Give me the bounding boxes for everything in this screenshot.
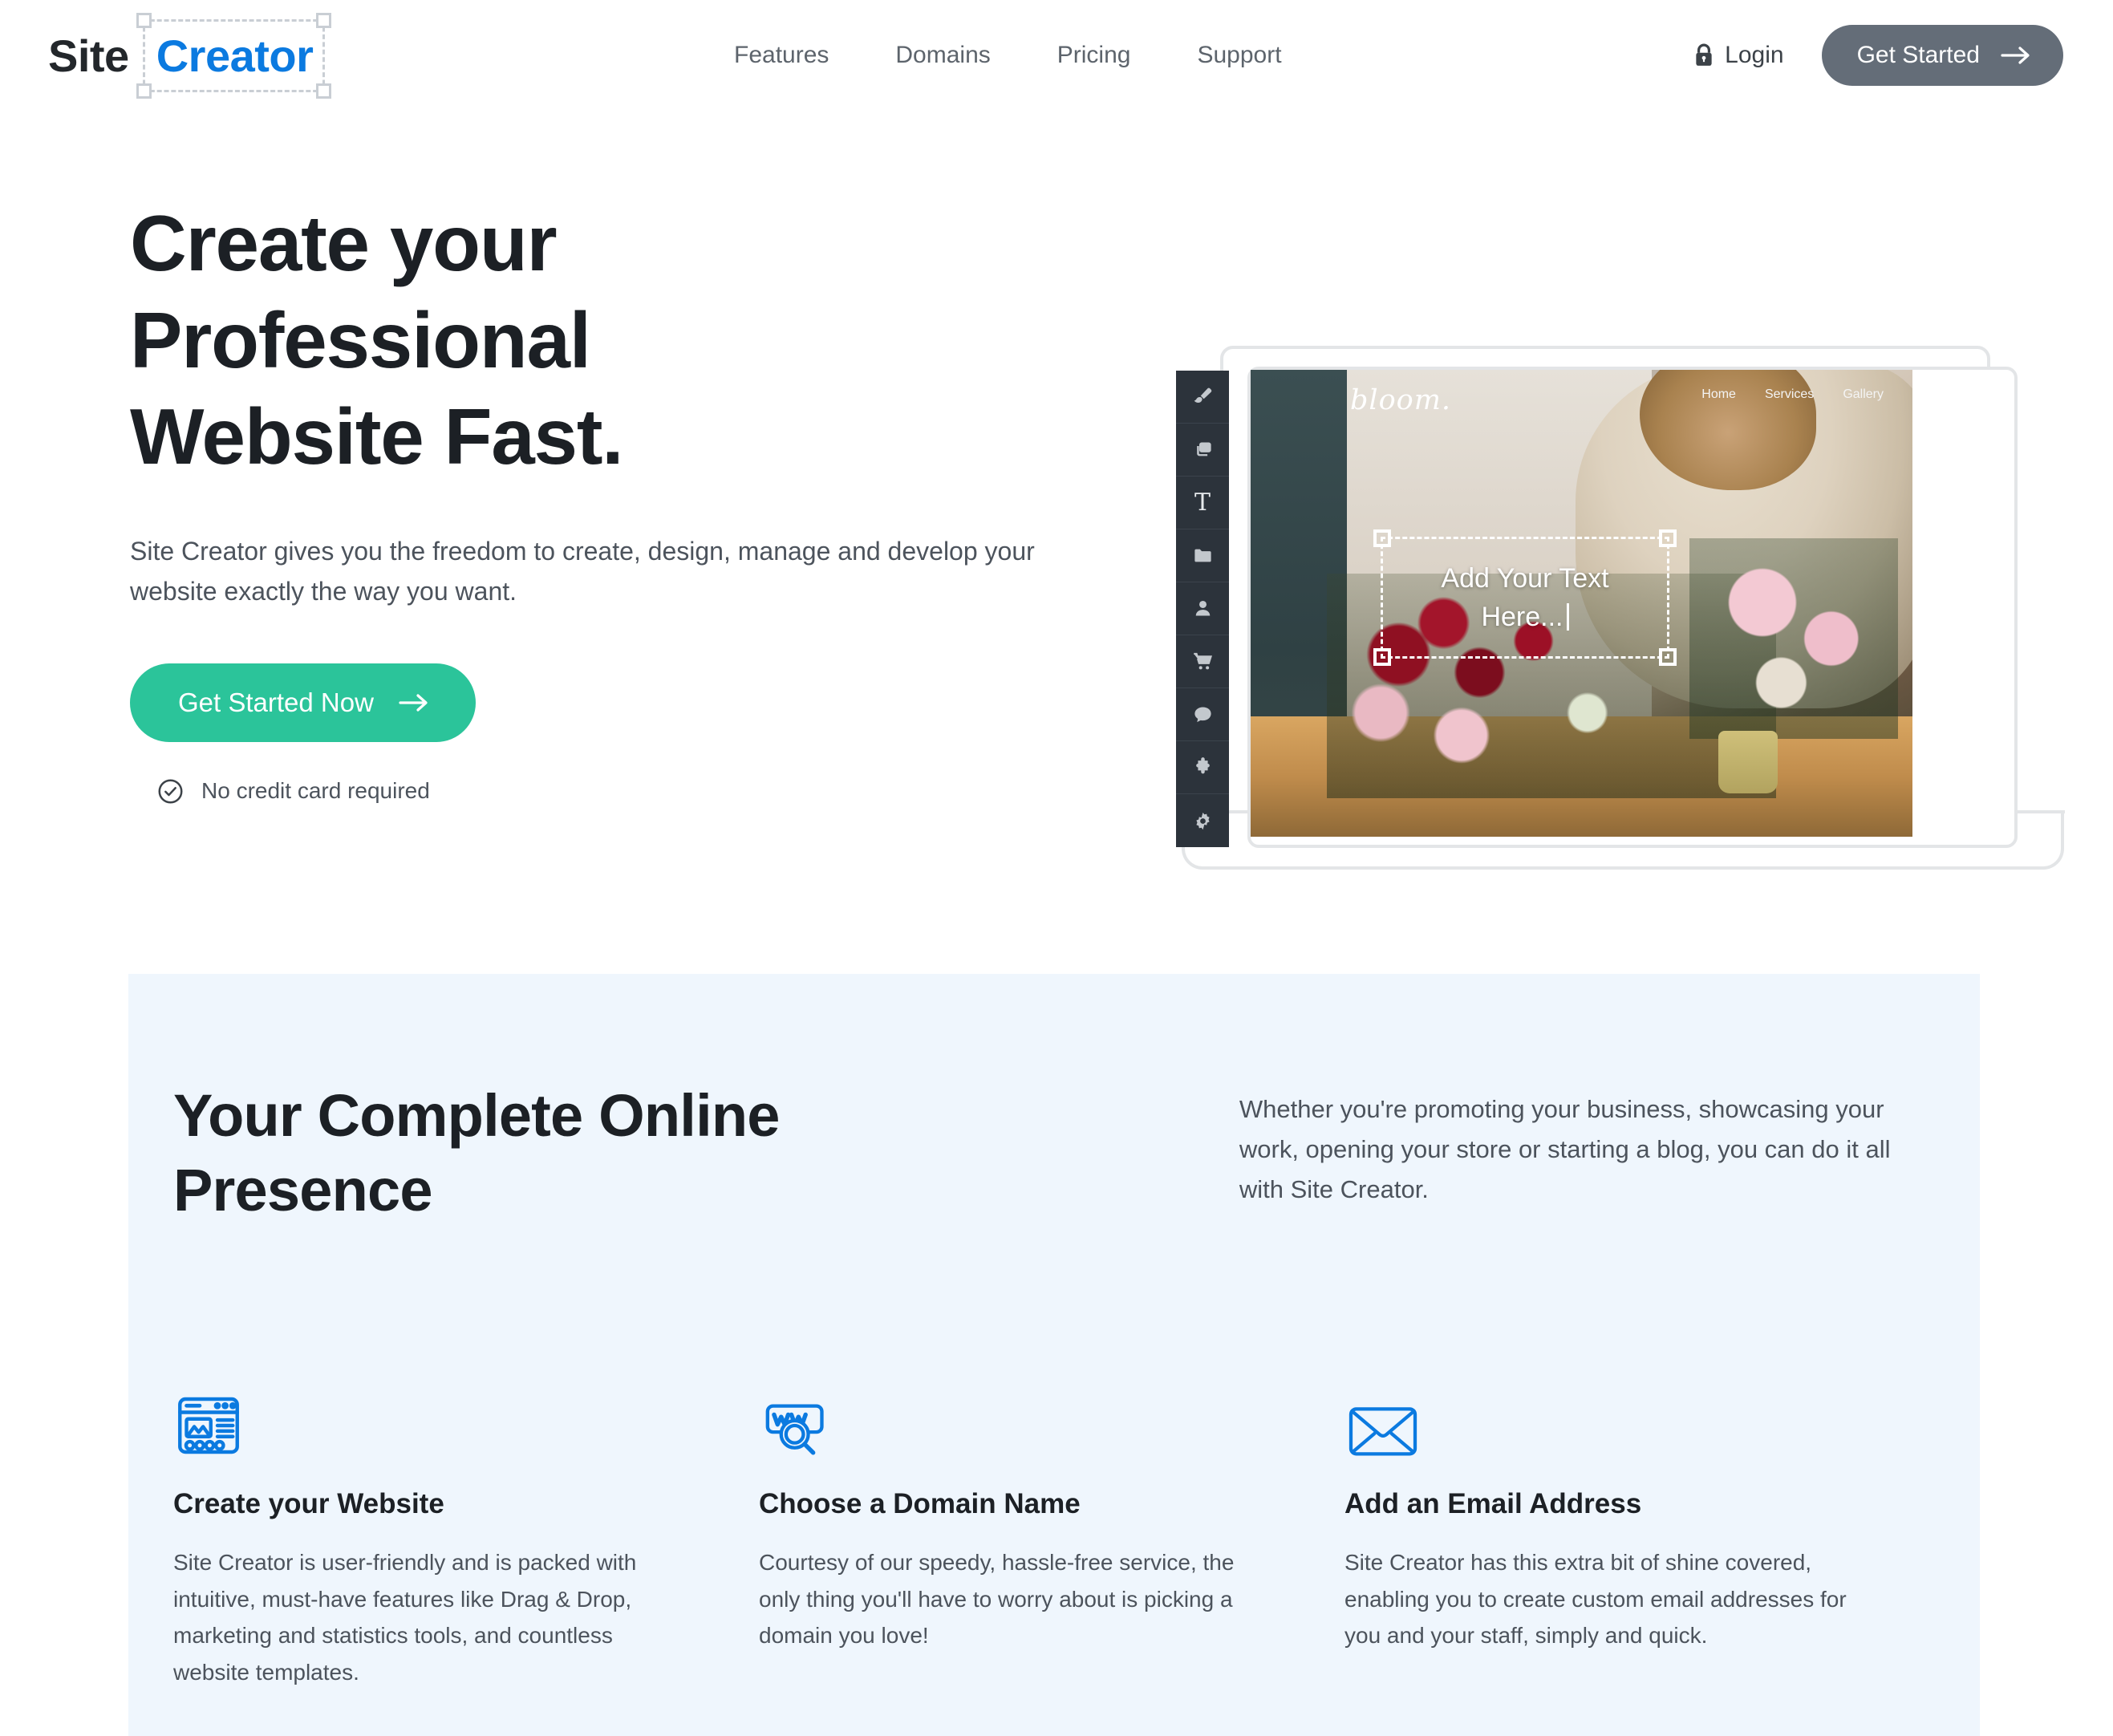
laptop-mockup: bloom. Home Services Gallery Add Your Te… (1176, 298, 2065, 931)
nav-item-pricing[interactable]: Pricing (1057, 42, 1131, 69)
tool-person[interactable] (1176, 582, 1229, 635)
page-title: Create your Professional Website Fast. (130, 195, 1093, 485)
selection-handle-bottom-right[interactable] (316, 83, 332, 99)
presence-title: Your Complete Online Presence (173, 1078, 1071, 1227)
feature-title: Create your Website (173, 1488, 444, 1520)
textbox-handle-bottom-left[interactable] (1373, 648, 1391, 666)
textbox-handle-top-left[interactable] (1373, 529, 1391, 547)
get-started-label: Get Started (1856, 42, 1980, 68)
logo[interactable]: Site Creator (48, 12, 332, 99)
tool-text[interactable]: T (1176, 477, 1229, 529)
textbox-handle-bottom-right[interactable] (1659, 648, 1677, 666)
lock-icon (1696, 43, 1712, 66)
get-started-now-button[interactable]: Get Started Now (130, 663, 476, 742)
layers-icon (1196, 442, 1211, 456)
feature-text: Courtesy of our speedy, hassle-free serv… (759, 1550, 1235, 1649)
tool-brush[interactable] (1176, 371, 1229, 424)
selection-handle-top-left[interactable] (136, 12, 152, 28)
no-credit-card-label: No credit card required (201, 778, 430, 804)
presence-section: Your Complete Online Presence Whether yo… (128, 974, 1980, 1736)
presence-header: Your Complete Online Presence Whether yo… (128, 1078, 1980, 1227)
nav-item-support[interactable]: Support (1197, 42, 1281, 69)
cart-icon (1193, 652, 1212, 670)
hero-section: Create your Professional Website Fast. S… (0, 111, 2113, 977)
preview-text-line-2: Here... (1481, 600, 1569, 635)
preview-site-nav: Home Services Gallery (1701, 387, 1884, 402)
person-icon (1195, 600, 1210, 616)
header-actions: Login Get Started (1693, 25, 2063, 86)
logo-text-creator: Creator (156, 30, 314, 81)
tool-layers[interactable] (1176, 424, 1229, 477)
preview-peonies (1689, 538, 1898, 739)
presence-title-line-2: Presence (173, 1157, 433, 1224)
check-circle-icon (158, 779, 183, 804)
gear-icon (1195, 812, 1210, 829)
nav-item-domains[interactable]: Domains (895, 42, 990, 69)
hero-subtitle: Site Creator gives you the freedom to cr… (130, 536, 1035, 606)
hero-title-line-1: Create your (130, 199, 558, 287)
preview-text-element[interactable]: Add Your Text Here... (1373, 529, 1677, 666)
no-credit-card-note: No credit card required (130, 778, 1093, 805)
preview-text-line-1: Add Your Text (1441, 562, 1609, 594)
feature-title: Choose a Domain Name (759, 1488, 1081, 1520)
website-preview: bloom. Home Services Gallery Add Your Te… (1251, 370, 1912, 837)
main-navigation: Features Domains Pricing Support (734, 42, 1282, 69)
tool-cart[interactable] (1176, 635, 1229, 688)
site-header: Site Creator Features Domains Pricing Su… (0, 0, 2113, 111)
laptop-screen-frame: bloom. Home Services Gallery Add Your Te… (1247, 367, 2018, 848)
tool-puzzle[interactable] (1176, 741, 1229, 794)
tool-chat[interactable] (1176, 688, 1229, 741)
arrow-right-icon (399, 694, 428, 712)
website-layout-icon (173, 1374, 695, 1461)
selection-handle-bottom-left[interactable] (136, 83, 152, 99)
domain-search-icon (759, 1374, 1280, 1461)
feature-title: Add an Email Address (1344, 1488, 1642, 1520)
nav-item-features[interactable]: Features (734, 42, 829, 69)
hero-content: Create your Professional Website Fast. S… (130, 195, 1093, 805)
preview-nav-services[interactable]: Services (1765, 387, 1814, 402)
textbox-handle-top-right[interactable] (1659, 529, 1677, 547)
brush-icon (1194, 387, 1211, 404)
get-started-now-label: Get Started Now (178, 687, 374, 717)
arrow-right-icon (2001, 47, 2030, 64)
logo-text-site: Site (48, 30, 129, 81)
feature-text: Site Creator has this extra bit of shine… (1344, 1550, 1847, 1649)
feature-create-website: Create your Website Site Creator is user… (173, 1374, 759, 1689)
preview-site-logo: bloom. (1350, 384, 1452, 416)
text-icon: T (1194, 488, 1211, 517)
preview-nav-gallery[interactable]: Gallery (1843, 387, 1884, 402)
puzzle-icon (1195, 757, 1210, 774)
preview-mug (1718, 731, 1778, 793)
logo-selection-box[interactable]: Creator (136, 12, 332, 99)
hero-title-line-2: Professional (130, 295, 591, 384)
folder-icon (1194, 549, 1211, 562)
presence-title-line-1: Your Complete Online (173, 1082, 780, 1149)
feature-add-email: Add an Email Address Site Creator has th… (1344, 1374, 1930, 1689)
login-label: Login (1725, 42, 1784, 68)
preview-nav-home[interactable]: Home (1701, 387, 1736, 402)
email-envelope-icon (1344, 1374, 1866, 1461)
get-started-button[interactable]: Get Started (1821, 25, 2063, 86)
tool-settings[interactable] (1176, 794, 1229, 847)
chat-icon (1194, 707, 1211, 723)
feature-text: Site Creator is user-friendly and is pac… (173, 1550, 637, 1685)
editor-toolbar: T (1176, 371, 1229, 847)
text-caret (1566, 603, 1569, 631)
tool-folder[interactable] (1176, 529, 1229, 582)
feature-choose-domain: Choose a Domain Name Courtesy of our spe… (759, 1374, 1344, 1689)
presence-copy: Whether you're promoting your business, … (1239, 1095, 1891, 1204)
feature-list: Create your Website Site Creator is user… (128, 1374, 1980, 1689)
login-link[interactable]: Login (1693, 42, 1784, 69)
hero-title-line-3: Website Fast. (130, 392, 624, 481)
selection-handle-top-right[interactable] (316, 12, 332, 28)
